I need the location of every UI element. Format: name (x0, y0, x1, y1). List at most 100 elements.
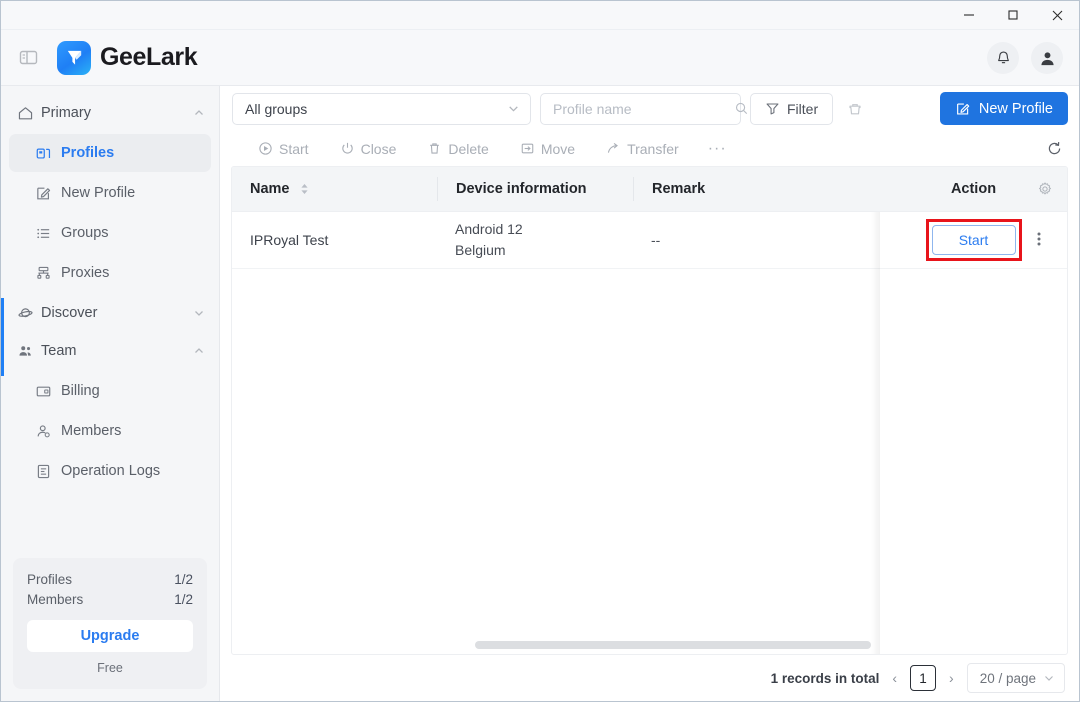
bulk-action-move[interactable]: Move (506, 135, 589, 163)
sidebar-item-proxies[interactable]: Proxies (9, 254, 211, 292)
window-title-bar (1, 1, 1079, 30)
sidebar-item-new-profile[interactable]: New Profile (9, 174, 211, 212)
bulk-action-label: Delete (448, 141, 488, 157)
sidebar-item-label: Operation Logs (61, 463, 160, 479)
chevron-down-icon (193, 307, 205, 319)
table-horizontal-scrollbar[interactable] (232, 641, 1067, 650)
sidebar-item-billing[interactable]: Billing (9, 372, 211, 410)
recycle-bin-icon[interactable] (842, 93, 868, 125)
chevron-down-icon (1043, 672, 1055, 684)
sidebar-item-label: Members (61, 423, 121, 439)
app-body: Primary Profiles (1, 86, 1079, 701)
profiles-table: Name Device information Remark Action (231, 166, 1068, 655)
page-size-select[interactable]: 20 / page (967, 663, 1065, 693)
sidebar-toggle-icon[interactable] (13, 49, 43, 66)
window-maximize-button[interactable] (991, 1, 1035, 29)
brand-logo: GeeLark (57, 41, 197, 75)
more-vertical-icon[interactable] (1037, 231, 1041, 250)
logs-document-icon (35, 463, 61, 480)
table-row[interactable]: IPRoyal Test Android 12 Belgium -- Start… (232, 212, 1067, 269)
column-header-action: Action (880, 177, 1067, 201)
plan-row-value: 1/2 (174, 590, 193, 610)
plan-name-label: Free (27, 661, 193, 675)
sidebar-group-primary[interactable]: Primary (1, 94, 219, 132)
upgrade-button[interactable]: Upgrade (27, 620, 193, 652)
filter-button[interactable]: Filter (750, 93, 833, 125)
search-input[interactable] (553, 101, 734, 117)
plan-row-profiles: Profiles 1/2 (27, 570, 193, 590)
plan-row-label: Profiles (27, 570, 72, 590)
sort-arrows-icon[interactable] (299, 182, 310, 196)
window-close-button[interactable] (1035, 1, 1079, 29)
profile-name-search[interactable] (540, 93, 741, 125)
column-header-name[interactable]: Name (232, 177, 437, 201)
new-profile-label: New Profile (979, 101, 1053, 117)
sidebar-item-label: Groups (61, 225, 109, 241)
sidebar-item-profiles[interactable]: Profiles (9, 134, 211, 172)
group-select[interactable]: All groups (232, 93, 531, 125)
chevron-down-icon (507, 102, 520, 115)
filter-funnel-icon (765, 101, 780, 116)
home-icon (17, 105, 41, 122)
chevron-left-icon[interactable]: ‹ (889, 670, 900, 686)
sidebar-group-team[interactable]: Team (1, 332, 219, 370)
column-label: Name (250, 181, 290, 197)
refresh-icon[interactable] (1040, 135, 1068, 163)
new-profile-button[interactable]: New Profile (940, 92, 1068, 125)
profiles-icon (35, 145, 61, 162)
play-circle-icon (258, 141, 273, 156)
trash-icon (427, 141, 442, 156)
device-os: Android 12 (455, 219, 633, 240)
bulk-actions-more-button[interactable]: ··· (696, 140, 739, 158)
sidebar-item-groups[interactable]: Groups (9, 214, 211, 252)
bulk-action-label: Start (279, 141, 309, 157)
geelark-app-window: GeeLark (0, 0, 1080, 702)
app-header: GeeLark (1, 30, 1079, 86)
sidebar: Primary Profiles (1, 86, 220, 701)
header-actions (987, 30, 1063, 86)
fixed-column-divider (871, 212, 880, 654)
window-minimize-button[interactable] (947, 1, 991, 29)
gear-icon[interactable] (1037, 181, 1053, 197)
chevron-right-icon[interactable]: › (946, 670, 957, 686)
column-label: Device information (456, 181, 587, 197)
cell-name: IPRoyal Test (232, 232, 437, 248)
bulk-action-transfer[interactable]: Transfer (592, 135, 693, 163)
sidebar-item-members[interactable]: Members (9, 412, 211, 450)
bulk-action-label: Close (361, 141, 397, 157)
billing-card-icon (35, 383, 61, 400)
main-content: All groups (220, 86, 1079, 701)
cell-action: Start 19 (880, 225, 1067, 255)
chevron-up-icon (193, 345, 205, 357)
planet-icon (17, 305, 41, 322)
sidebar-item-label: Profiles (61, 145, 114, 161)
power-icon (340, 141, 355, 156)
bell-icon[interactable] (987, 42, 1019, 74)
list-icon (35, 225, 61, 242)
column-label: Remark (652, 181, 705, 197)
records-total-label: 1 records in total (771, 671, 880, 686)
filter-label: Filter (787, 101, 818, 117)
sidebar-item-operation-logs[interactable]: Operation Logs (9, 452, 211, 490)
scrollbar-thumb[interactable] (475, 641, 871, 649)
table-header-row: Name Device information Remark Action (232, 167, 1067, 212)
page-number-button[interactable]: 1 (910, 665, 936, 691)
move-box-icon (520, 141, 535, 156)
bulk-action-delete[interactable]: Delete (413, 135, 502, 163)
geelark-mark-icon (57, 41, 91, 75)
sidebar-item-label: New Profile (61, 185, 135, 201)
bulk-action-start[interactable]: Start (244, 135, 323, 163)
start-button[interactable]: Start (932, 225, 1016, 255)
bulk-actions-bar: Start Close Delete (220, 131, 1079, 166)
user-avatar-icon[interactable] (1031, 42, 1063, 74)
device-location: Belgium (455, 240, 633, 261)
bulk-action-close[interactable]: Close (326, 135, 411, 163)
cell-remark: -- (633, 232, 880, 248)
sidebar-group-discover[interactable]: Discover (1, 294, 219, 332)
column-header-device-information: Device information (437, 177, 633, 201)
search-icon[interactable] (734, 101, 749, 116)
edit-square-icon (955, 101, 971, 117)
filters-toolbar: All groups (220, 86, 1079, 131)
bulk-action-label: Transfer (627, 141, 679, 157)
bulk-action-label: Move (541, 141, 575, 157)
